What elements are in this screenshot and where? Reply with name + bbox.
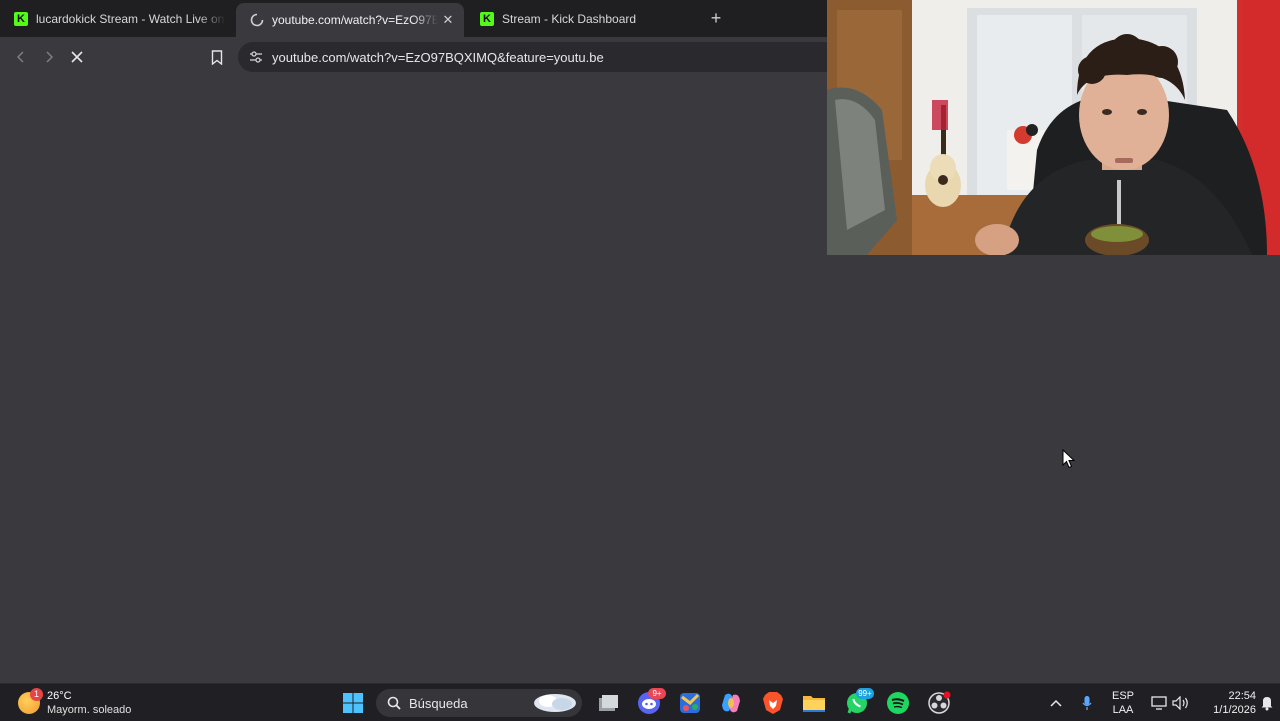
new-tab-button[interactable]: + (706, 8, 726, 28)
windows-logo-icon (343, 693, 363, 713)
search-box[interactable]: Búsqueda (376, 689, 582, 717)
file-explorer-app[interactable] (800, 689, 828, 717)
speaker-icon (1172, 695, 1188, 710)
obs-icon (928, 691, 951, 714)
search-highlight-icon (534, 694, 576, 712)
chevron-right-icon (46, 51, 54, 63)
whatsapp-app[interactable]: 99+ (843, 688, 874, 717)
notifications-button[interactable] (1258, 684, 1276, 721)
brave-lion-icon (763, 692, 783, 714)
webcam-scene (827, 0, 1280, 255)
sun-icon: 1 (18, 688, 43, 714)
search-icon (387, 696, 401, 710)
forward-button[interactable] (38, 46, 60, 68)
task-view-icon (599, 695, 618, 711)
clock[interactable]: 22:54 1/1/2026 (1198, 684, 1256, 721)
spotify-app[interactable] (884, 689, 912, 717)
weather-temperature: 26°C (47, 690, 72, 702)
address-bar[interactable]: youtube.com/watch?v=EzO97BQXIMQ&feature=… (238, 42, 858, 72)
kick-logo-icon: K (480, 11, 494, 26)
discord-badge: 9+ (648, 688, 666, 699)
loading-globe-icon (250, 13, 264, 27)
discord-app[interactable]: 9+ (635, 688, 666, 717)
spotify-icon (887, 692, 909, 714)
language-indicator[interactable]: ESP LAA (1106, 684, 1140, 721)
kick-logo-icon: K (14, 11, 28, 26)
tab-kick-stream[interactable]: K lucardokick Stream - Watch Live on Kic… (0, 5, 226, 32)
game-app[interactable] (676, 689, 704, 717)
tab-title: youtube.com/watch?v=EzO97BQXIMQ&feature=… (272, 13, 438, 27)
network-button[interactable] (1148, 684, 1170, 721)
microphone-icon (1082, 695, 1092, 710)
colorful-game-icon (680, 693, 700, 713)
taskbar: 1 26°C Mayorm. soleado Búsqueda 9+ 99+ E… (0, 683, 1280, 721)
tab-kick-dashboard[interactable]: K Stream - Kick Dashboard (466, 5, 692, 32)
weather-condition: Mayorm. soleado (47, 704, 132, 716)
webcam-overlay (827, 0, 1280, 255)
clock-time: 22:54 (1228, 689, 1256, 702)
language-line-1: ESP (1111, 689, 1134, 702)
copilot-icon (722, 693, 740, 713)
weather-widget[interactable]: 1 26°C Mayorm. soleado (18, 688, 131, 718)
back-button[interactable] (10, 46, 32, 68)
chevron-up-icon (1050, 699, 1062, 707)
show-hidden-icons-button[interactable] (1046, 684, 1066, 721)
volume-button[interactable] (1170, 684, 1192, 721)
stop-loading-button[interactable] (66, 46, 88, 68)
language-line-2: LAA (1112, 703, 1134, 716)
obs-app[interactable] (925, 689, 953, 717)
network-monitor-icon (1151, 695, 1167, 710)
weather-badge: 1 (30, 688, 43, 701)
whatsapp-badge: 99+ (856, 688, 874, 699)
mouse-cursor-icon (1062, 449, 1076, 469)
folder-icon (803, 696, 825, 712)
close-icon (71, 51, 83, 63)
search-label: Búsqueda (409, 695, 468, 711)
brave-browser-app[interactable] (759, 689, 787, 717)
bookmark-button[interactable] (206, 46, 228, 68)
tab-title: lucardokick Stream - Watch Live on Kick (36, 11, 226, 26)
chevron-left-icon (16, 51, 24, 63)
notification-bell-icon (1261, 696, 1273, 710)
close-tab-icon[interactable]: ✕ (438, 12, 458, 28)
microphone-button[interactable] (1077, 684, 1097, 721)
clock-date: 1/1/2026 (1213, 703, 1256, 716)
copilot-app[interactable] (717, 689, 745, 717)
url-text: youtube.com/watch?v=EzO97BQXIMQ&feature=… (272, 49, 604, 65)
start-button[interactable] (339, 689, 367, 717)
bookmark-icon (211, 49, 223, 65)
site-settings-icon[interactable] (248, 49, 264, 65)
task-view-button[interactable] (594, 689, 622, 717)
tab-youtube[interactable]: youtube.com/watch?v=EzO97BQXIMQ&feature=… (236, 3, 464, 37)
tab-title: Stream - Kick Dashboard (502, 11, 637, 26)
